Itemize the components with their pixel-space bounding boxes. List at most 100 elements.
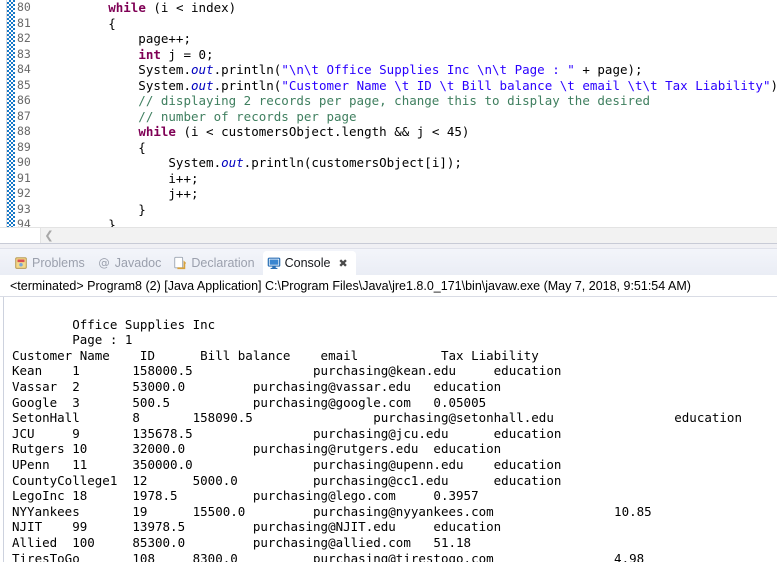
console-output-area[interactable]: Office Supplies Inc Page : 1 Customer Nam… [0,297,777,562]
code-token-kw: while [138,124,176,139]
code-line[interactable]: // displaying 2 records per page, change… [48,93,777,109]
console-line: NJIT 99 13978.5 purchasing@NJIT.edu educ… [12,519,502,535]
line-number: 91 [17,170,31,185]
code-line[interactable]: } [48,217,777,227]
tab-console[interactable]: Console ✖ [262,251,356,275]
code-line[interactable]: // number of records per page [48,109,777,125]
tab-label: Console [284,256,331,270]
console-line: JCU 9 135678.5 purchasing@jcu.edu educat… [12,425,562,441]
code-line[interactable]: int j = 0; [48,47,777,63]
code-line[interactable]: while (i < index) [48,0,777,16]
tab-label: Javadoc [114,256,162,270]
line-number: 86 [17,93,31,107]
javadoc-at-icon: @ [97,256,111,270]
code-line[interactable]: System.out.println(customersObject[i]); [48,155,777,171]
code-token-cmt: // number of records per page [48,108,357,124]
code-line[interactable]: while (i < customersObject.length && j <… [48,124,777,140]
code-token-plain: j++; [48,186,199,201]
console-line: UPenn 11 350000.0 purchasing@upenn.edu e… [12,456,562,472]
code-line[interactable]: { [48,16,777,32]
tab-label: Problems [32,256,85,270]
console-line: Vassar 2 53000.0 purchasing@vassar.edu e… [12,378,502,394]
code-token-plain: ); [770,78,777,93]
line-number: 88 [17,124,31,138]
code-token-plain: page++; [48,31,191,46]
code-token-str: "\n\t Office Supplies Inc \n\t Page : " [281,62,575,77]
console-line: Google 3 500.5 purchasing@google.com 0.0… [12,394,487,410]
editor-left-strip [0,0,7,227]
tab-problems[interactable]: Problems [10,251,93,275]
code-line[interactable]: { [48,140,777,156]
editor-horizontal-scrollbar[interactable]: ❮ [0,227,777,243]
line-number: 85 [17,77,31,92]
console-line: Allied 100 85300.0 purchasing@allied.com… [12,534,472,550]
line-number: 89 [17,139,31,154]
console-line: LegoInc 18 1978.5 purchasing@lego.com 0.… [12,488,479,504]
editor-code-area[interactable]: while (i < index) { page++; int j = 0; S… [42,0,777,227]
code-line[interactable]: System.out.println("Customer Name \t ID … [48,78,777,94]
console-text-content: Office Supplies Inc Page : 1 Customer Nam… [12,301,777,562]
view-tab-bar[interactable]: Problems @ Javadoc Declaration Console ✖ [0,249,777,275]
close-icon[interactable]: ✖ [338,257,347,270]
code-token-fld: out [191,77,214,93]
console-line: TiresToGo 108 8300.0 purchasing@tirestog… [12,550,645,562]
code-token-kw: while [108,0,146,15]
code-token-plain: (i < customersObject.length && j < 45) [175,124,470,139]
code-token-plain: .println(customersObject[i]); [243,155,462,170]
line-number: 81 [17,15,31,30]
editor-body[interactable]: 80 81 82 83 84 85 86 87 88 89 90 91 92 93 94 while (i … [0,0,777,231]
console-icon [267,256,281,270]
console-line: Kean 1 158000.5 purchasing@kean.edu educ… [12,363,562,379]
console-line: SetonHall 8 158090.5 purchasing@setonhal… [12,410,742,426]
editor-line-number-gutter[interactable]: 80 81 82 83 84 85 86 87 88 89 90 91 92 93 94 [15,0,42,231]
tab-declaration[interactable]: Declaration [169,251,262,275]
code-line[interactable]: i++; [48,171,777,187]
console-line: Page : 1 [12,332,133,348]
code-line[interactable]: } [48,202,777,218]
code-token-kw: int [138,46,161,62]
code-token-plain: { [48,15,116,31]
scroll-left-arrow-icon[interactable]: ❮ [41,228,57,244]
console-view-pane[interactable]: Problems @ Javadoc Declaration Console ✖ <ter… [0,249,777,562]
code-token-fld: out [191,62,214,77]
code-line[interactable]: page++; [48,31,777,47]
console-launch-configuration-label: <terminated> Program8 (2) [Java Applicat… [0,275,777,297]
console-left-margin [0,297,4,562]
code-token-plain: } [48,201,146,217]
code-token-plain: + page); [574,62,643,77]
editor-change-bar [7,0,15,227]
code-token-plain: j = 0; [160,46,214,62]
code-line[interactable]: System.out.println("\n\t Office Supplies… [48,62,777,78]
code-token-str: "Customer Name \t ID \t Bill balance \t … [281,77,771,93]
line-number: 84 [17,62,31,76]
code-token-plain: .println( [213,77,282,93]
line-number: 82 [17,31,31,45]
line-number: 83 [17,46,31,61]
console-line: NYYankees 19 15500.0 purchasing@nyyankee… [12,503,652,519]
java-editor-pane[interactable]: 80 81 82 83 84 85 86 87 88 89 90 91 92 93 94 while (i … [0,0,777,243]
code-token-plain: .println( [213,62,282,77]
line-number: 87 [17,108,31,123]
line-number: 80 [17,0,31,14]
code-token-plain: } [48,217,116,227]
code-token-plain: System. [48,62,191,77]
declaration-icon [173,256,187,270]
code-token-cmt: // displaying 2 records per page, change… [48,93,651,108]
code-token-plain: (i < index) [145,0,237,15]
console-line: Customer Name ID Bill balance email Tax … [12,347,539,363]
console-line: CountyCollege1 12 5000.0 purchasing@cc1.… [12,472,562,488]
line-number: 93 [17,201,31,216]
svg-text:@: @ [98,256,109,270]
tab-label: Declaration [191,256,255,270]
line-number: 92 [17,186,31,200]
line-number: 90 [17,155,31,169]
problems-icon [14,256,28,270]
scrollbar-trough[interactable] [57,228,777,244]
code-line[interactable]: j++; [48,186,777,202]
tab-javadoc[interactable]: @ Javadoc [93,251,170,275]
console-line: Office Supplies Inc [12,316,223,332]
